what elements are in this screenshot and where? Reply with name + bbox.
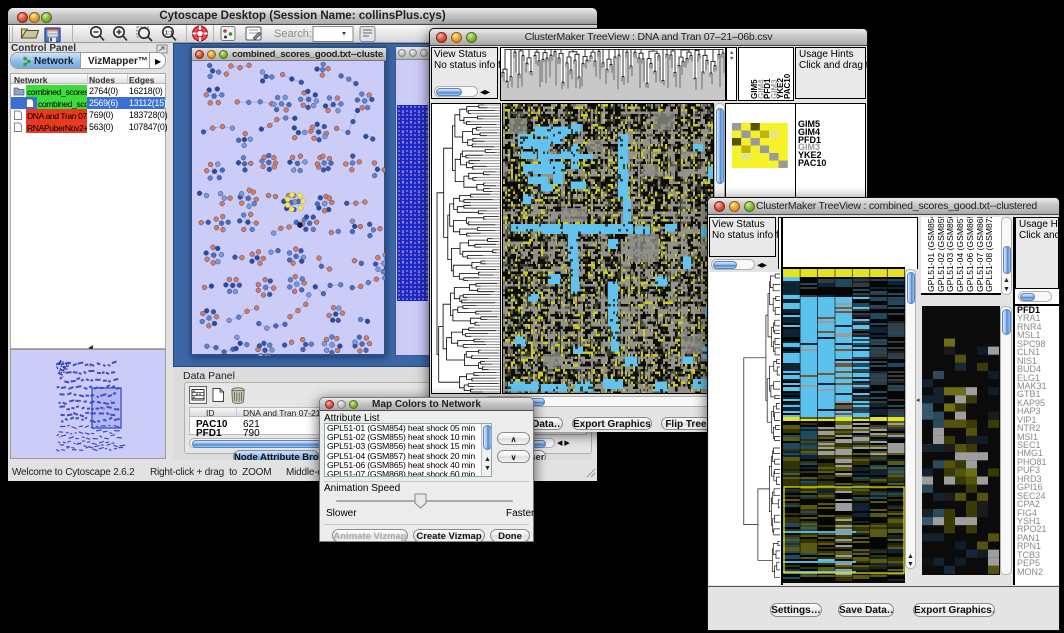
svg-text:Search:: Search:	[274, 28, 312, 40]
svg-text:1:1: 1:1	[165, 31, 173, 37]
